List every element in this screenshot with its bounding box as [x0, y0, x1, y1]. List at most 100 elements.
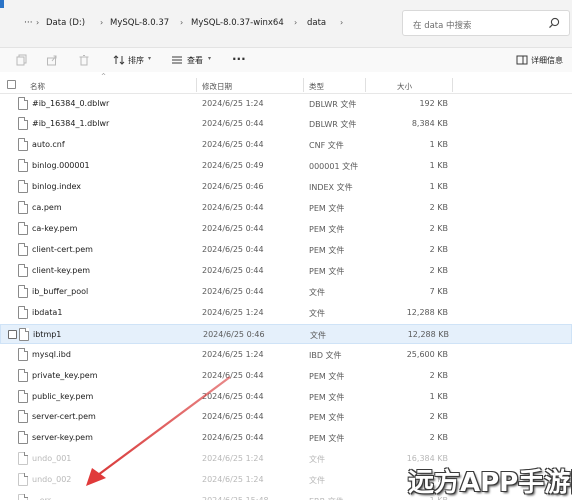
chevron-right-icon: ›	[180, 18, 184, 27]
column-name[interactable]: 名称	[30, 81, 45, 92]
file-row[interactable]: binlog.index 2024/6/25 0:46 INDEX 文件 1 KB	[0, 177, 572, 197]
column-header: ^ 名称 修改日期 类型 大小	[0, 72, 572, 94]
select-all-checkbox[interactable]	[7, 80, 16, 89]
file-name: ca-key.pem	[32, 224, 78, 233]
file-icon	[18, 264, 28, 277]
column-divider[interactable]	[365, 78, 366, 92]
file-type: DBLWR 文件	[309, 100, 357, 109]
file-row[interactable]: mysql.ibd 2024/6/25 1:24 IBD 文件 25,600 KB	[0, 345, 572, 365]
file-icon	[18, 410, 28, 423]
file-row[interactable]: auto.cnf 2024/6/25 0:44 CNF 文件 1 KB	[0, 135, 572, 155]
file-row[interactable]: public_key.pem 2024/6/25 0:44 PEM 文件 1 KB	[0, 387, 572, 407]
file-date: 2024/6/25 15:48	[202, 496, 269, 500]
details-button[interactable]: 详细信息	[531, 55, 563, 66]
file-name: server-key.pem	[32, 433, 93, 442]
file-size: 2 KB	[429, 245, 448, 254]
column-size[interactable]: 大小	[397, 81, 412, 92]
address-bar: ··· › Data (D:) › MySQL-8.0.37 › MySQL-8…	[0, 0, 572, 48]
file-name: binlog.index	[32, 182, 81, 191]
file-row[interactable]: ibdata1 2024/6/25 1:24 文件 12,288 KB	[0, 303, 572, 323]
chevron-down-icon: ▾	[148, 55, 152, 62]
file-row[interactable]: client-cert.pem 2024/6/25 0:44 PEM 文件 2 KB	[0, 240, 572, 260]
file-row[interactable]: client-key.pem 2024/6/25 0:44 PEM 文件 2 KB	[0, 261, 572, 281]
column-date[interactable]: 修改日期	[202, 81, 232, 92]
file-name: client-cert.pem	[32, 245, 93, 254]
file-row[interactable]: ca.pem 2024/6/25 0:44 PEM 文件 2 KB	[0, 198, 572, 218]
file-row[interactable]: server-key.pem 2024/6/25 0:44 PEM 文件 2 KB	[0, 428, 572, 448]
file-size: 192 KB	[419, 99, 448, 108]
file-icon	[18, 390, 28, 403]
copy-icon[interactable]	[16, 54, 28, 66]
row-checkbox[interactable]	[8, 330, 17, 339]
breadcrumb-item-data[interactable]: data	[307, 18, 326, 28]
file-date: 2024/6/25 1:24	[202, 475, 264, 484]
column-divider[interactable]	[196, 78, 197, 92]
search-input[interactable]: 在 data 中搜索	[402, 10, 570, 36]
breadcrumb-item-drive[interactable]: Data (D:)	[46, 18, 85, 28]
file-icon	[18, 138, 28, 151]
file-date: 2024/6/25 0:44	[202, 412, 264, 421]
chevron-right-icon[interactable]: ›	[340, 18, 343, 27]
column-divider[interactable]	[452, 78, 453, 92]
breadcrumb-overflow-button[interactable]: ···	[24, 18, 33, 28]
file-name: private_key.pem	[32, 371, 98, 380]
file-size: 2 KB	[429, 203, 448, 212]
breadcrumb-item-mysql-winx64[interactable]: MySQL-8.0.37-winx64	[191, 18, 284, 28]
file-icon	[18, 243, 28, 256]
file-type: 文件	[309, 476, 325, 485]
file-row[interactable]: server-cert.pem 2024/6/25 0:44 PEM 文件 2 KB	[0, 407, 572, 427]
file-icon	[18, 180, 28, 193]
sort-button[interactable]: 排序	[128, 55, 144, 66]
file-icon	[19, 328, 29, 341]
file-name: #ib_16384_1.dblwr	[32, 119, 110, 128]
chevron-down-icon: ▾	[208, 55, 212, 62]
file-size: 8,384 KB	[411, 119, 448, 128]
file-size: 1 KB	[429, 161, 448, 170]
file-type: 文件	[309, 455, 325, 464]
details-pane-icon[interactable]	[516, 54, 528, 66]
column-divider[interactable]	[303, 78, 304, 92]
delete-icon[interactable]	[78, 54, 90, 66]
file-size: 12,288 KB	[406, 308, 448, 317]
file-icon	[18, 201, 28, 214]
search-placeholder: 在 data 中搜索	[413, 21, 472, 31]
file-row[interactable]: private_key.pem 2024/6/25 0:44 PEM 文件 2 KB	[0, 366, 572, 386]
file-size: 2 KB	[429, 412, 448, 421]
file-size: 2 KB	[429, 266, 448, 275]
share-icon[interactable]	[46, 54, 58, 66]
file-icon	[18, 473, 28, 486]
sort-icon[interactable]	[113, 54, 125, 66]
column-type[interactable]: 类型	[309, 81, 324, 92]
more-options-button[interactable]: ···	[232, 52, 246, 66]
file-date: 2024/6/25 0:44	[202, 266, 264, 275]
breadcrumb-item-mysql[interactable]: MySQL-8.0.37	[110, 18, 169, 28]
file-type: PEM 文件	[309, 225, 345, 234]
file-icon	[18, 222, 28, 235]
file-type: PEM 文件	[309, 267, 345, 276]
file-date: 2024/6/25 0:44	[202, 203, 264, 212]
file-row[interactable]: #ib_16384_1.dblwr 2024/6/25 0:44 DBLWR 文件 8…	[0, 114, 572, 134]
command-bar: 排序 ▾ 查看 ▾ ··· 详细信息	[0, 48, 572, 72]
file-row[interactable]: ca-key.pem 2024/6/25 0:44 PEM 文件 2 KB	[0, 219, 572, 239]
view-icon[interactable]	[171, 54, 183, 66]
view-button[interactable]: 查看	[187, 55, 203, 66]
file-icon	[18, 431, 28, 444]
file-row[interactable]: ib_buffer_pool 2024/6/25 0:44 文件 7 KB	[0, 282, 572, 302]
file-icon	[18, 348, 28, 361]
file-date: 2024/6/25 0:44	[202, 245, 264, 254]
file-name: ibdata1	[32, 308, 63, 317]
file-size: 25,600 KB	[406, 350, 448, 359]
file-date: 2024/6/25 0:44	[202, 140, 264, 149]
file-size: 1 KB	[429, 392, 448, 401]
file-date: 2024/6/25 0:44	[202, 433, 264, 442]
file-date: 2024/6/25 0:46	[203, 330, 265, 339]
file-type: 文件	[310, 331, 326, 340]
file-icon	[18, 494, 28, 500]
file-row[interactable]: ibtmp1 2024/6/25 0:46 文件 12,288 KB	[0, 324, 572, 344]
file-name: ...err	[32, 496, 51, 500]
file-row[interactable]: binlog.000001 2024/6/25 0:49 000001 文件 1 KB	[0, 156, 572, 176]
watermark-logo: 远方APP手游网	[408, 468, 572, 498]
file-row[interactable]: #ib_16384_0.dblwr 2024/6/25 1:24 DBLWR 文件 1…	[0, 94, 572, 114]
file-type: 文件	[309, 288, 325, 297]
file-date: 2024/6/25 0:44	[202, 224, 264, 233]
